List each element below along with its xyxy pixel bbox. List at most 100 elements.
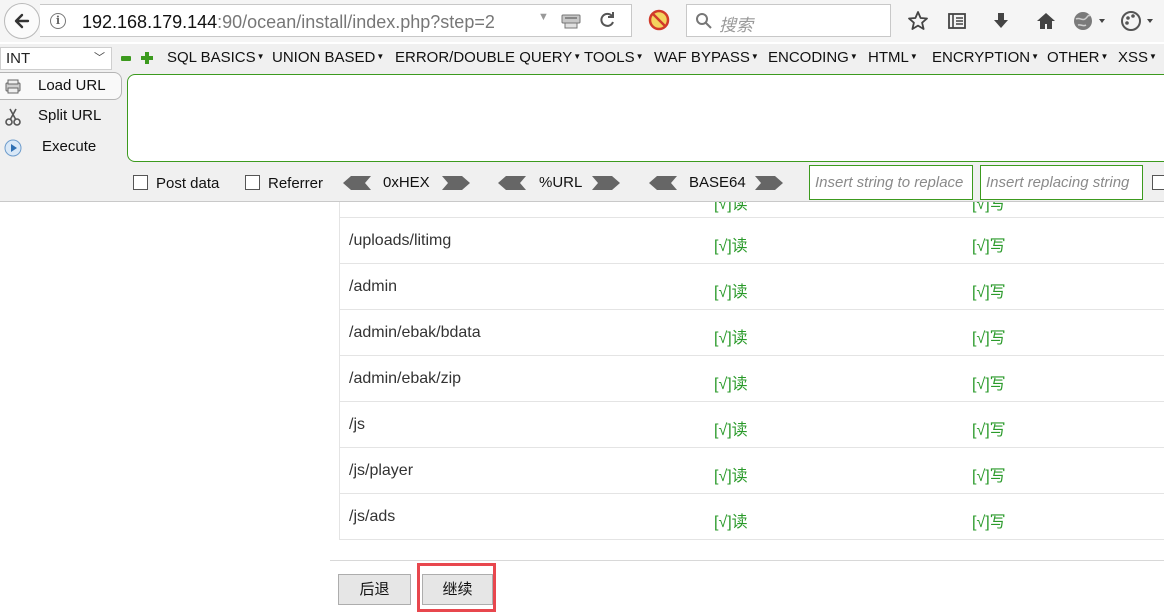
encode-left-arrow-icon[interactable] (498, 176, 526, 190)
replacing-string-placeholder: Insert replacing string (986, 174, 1130, 191)
extension-menu-icon[interactable] (1120, 9, 1156, 33)
menu-error-double-query[interactable]: ERROR/DOUBLE QUERY▼ (395, 49, 581, 66)
decode-right-arrow-icon[interactable] (592, 176, 620, 190)
menu-label: XSS (1118, 49, 1149, 66)
menu-encryption[interactable]: ENCRYPTION▼ (932, 49, 1039, 66)
globe-menu-icon[interactable] (1072, 9, 1108, 33)
reload-icon[interactable] (598, 9, 616, 36)
split-url-button[interactable]: Split URL (0, 103, 122, 131)
read-status: [√]读 (714, 238, 748, 255)
load-url-label: Load URL (38, 77, 106, 94)
decode-right-arrow-icon[interactable] (442, 176, 470, 190)
search-icon (696, 13, 712, 29)
back-step-button[interactable]: 后退 (338, 574, 411, 605)
read-status: [√]读 (714, 202, 748, 213)
url-host: 192.168.179.144 (82, 12, 218, 32)
encode-left-arrow-icon[interactable] (649, 176, 677, 190)
write-status: [√]写 (972, 238, 1006, 255)
noscript-icon[interactable] (648, 9, 670, 31)
dropdown-arrow-icon: ▼ (635, 52, 644, 61)
menu-union-based[interactable]: UNION BASED▼ (272, 49, 384, 66)
dropdown-arrow-icon: ▼ (849, 52, 858, 61)
table-row: /uploads/litimg [√]读 [√]写 (340, 218, 1164, 264)
read-status: [√]读 (714, 468, 748, 485)
highlight-box (417, 563, 496, 612)
table-row: /js [√]读 [√]写 (340, 402, 1164, 448)
dropdown-arrow-icon: ▼ (376, 52, 385, 61)
dir-path: /js (349, 416, 365, 433)
menu-tools[interactable]: TOOLS▼ (584, 49, 644, 66)
search-bar[interactable]: 搜索 (686, 4, 891, 37)
url-dropdown-icon[interactable]: ▼ (538, 11, 549, 23)
base64-label: BASE64 (689, 174, 746, 191)
write-status: [√]写 (972, 202, 1006, 213)
dir-path: /admin (349, 278, 398, 295)
menu-label: HTML (868, 49, 909, 66)
menu-label: SQL BASICS (167, 49, 256, 66)
checkbox-box[interactable] (245, 175, 260, 190)
read-status: [√]读 (714, 284, 748, 301)
play-icon (4, 139, 22, 157)
menu-label: ENCODING (768, 49, 849, 66)
int-type-select[interactable]: INT ﹀ (0, 47, 112, 70)
dir-path: /js/ads (349, 508, 396, 525)
load-url-button[interactable]: Load URL (0, 72, 122, 100)
menu-other[interactable]: OTHER▼ (1047, 49, 1108, 66)
chevron-down-icon: ﹀ (94, 52, 105, 64)
replace-string-input[interactable]: Insert string to replace (809, 165, 973, 200)
menu-sql-basics[interactable]: SQL BASICS▼ (167, 49, 265, 66)
url-bar[interactable]: i 192.168.179.144:90/ocean/install/index… (40, 4, 632, 37)
dropdown-arrow-icon: ▼ (573, 52, 582, 61)
read-status: [√]读 (714, 514, 748, 531)
read-status: [√]读 (714, 376, 748, 393)
execute-button[interactable]: Execute (0, 134, 122, 162)
download-icon[interactable] (989, 9, 1013, 33)
dropdown-arrow-icon: ▼ (1031, 52, 1039, 61)
write-status: [√]写 (972, 468, 1006, 485)
bookmark-star-icon[interactable] (906, 9, 930, 33)
read-status: [√]读 (714, 330, 748, 347)
url-text[interactable]: 192.168.179.144:90/ocean/install/index.p… (82, 12, 495, 33)
back-button[interactable] (4, 3, 40, 39)
url-encode-label: %URL (539, 174, 583, 191)
table-row: /js/player [√]读 [√]写 (340, 448, 1164, 494)
table-row-partial: [√]读 [√]写 (339, 202, 1164, 218)
info-icon[interactable]: i (50, 13, 66, 29)
read-status: [√]读 (714, 422, 748, 439)
plus-icon[interactable] (141, 52, 153, 64)
search-placeholder: 搜索 (719, 16, 753, 36)
dropdown-arrow-icon: ▼ (750, 52, 759, 61)
write-status: [√]写 (972, 422, 1006, 439)
menu-xss[interactable]: XSS▼ (1118, 49, 1157, 66)
referrer-checkbox[interactable]: Referrer (245, 175, 323, 192)
page-info-icon[interactable] (560, 12, 582, 30)
int-type-value: INT (6, 50, 31, 67)
menu-label: WAF BYPASS (654, 49, 750, 66)
menu-encoding[interactable]: ENCODING▼ (768, 49, 858, 66)
browser-toolbar: i 192.168.179.144:90/ocean/install/index… (0, 0, 1164, 42)
post-data-label: Post data (156, 175, 220, 192)
post-data-checkbox[interactable]: Post data (133, 175, 219, 192)
replace-checkbox[interactable] (1152, 175, 1164, 190)
bookmarks-list-icon[interactable] (945, 9, 969, 33)
encode-left-arrow-icon[interactable] (343, 176, 371, 190)
scissors-icon (5, 108, 21, 126)
menu-html[interactable]: HTML▼ (868, 49, 918, 66)
dir-path: /js/player (349, 462, 414, 479)
split-url-label: Split URL (38, 107, 102, 124)
home-icon[interactable] (1034, 9, 1058, 33)
write-status: [√]写 (972, 330, 1006, 347)
dropdown-arrow-icon: ▼ (256, 52, 265, 61)
url-encoder: %URL (498, 174, 622, 192)
checkbox-box[interactable] (133, 175, 148, 190)
menu-label: ENCRYPTION (932, 49, 1031, 66)
minus-icon[interactable] (121, 56, 131, 61)
menu-waf-bypass[interactable]: WAF BYPASS▼ (654, 49, 759, 66)
url-textarea[interactable] (127, 74, 1164, 162)
replacing-string-input[interactable]: Insert replacing string (980, 165, 1143, 200)
menu-label: TOOLS (584, 49, 635, 66)
dir-path: /admin/ebak/bdata (349, 324, 481, 341)
table-row: /admin [√]读 [√]写 (340, 264, 1164, 310)
hex-encoder: 0xHEX (343, 174, 471, 192)
decode-right-arrow-icon[interactable] (755, 176, 783, 190)
